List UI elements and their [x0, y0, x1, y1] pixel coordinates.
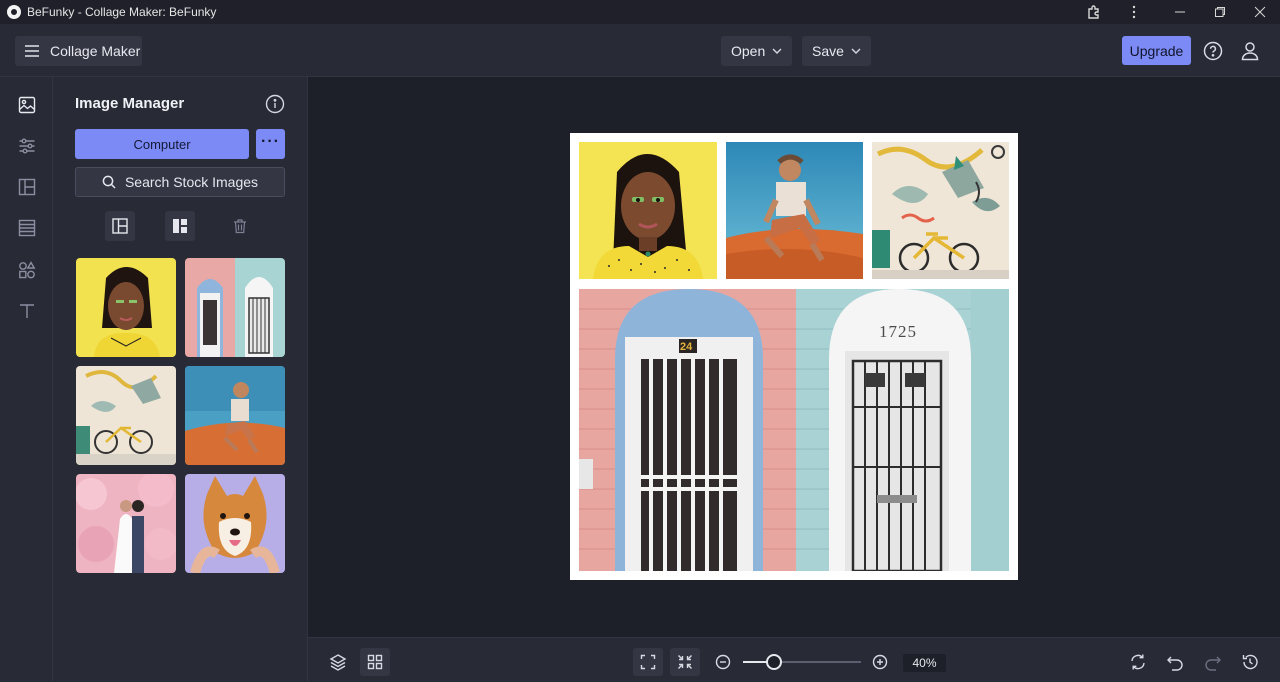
undo-button[interactable] [1160, 648, 1190, 676]
autofill-layout-button[interactable] [105, 211, 135, 241]
more-label: ··· [261, 133, 280, 150]
zoom-in-button[interactable] [865, 648, 895, 676]
computer-upload-button[interactable]: Computer [75, 129, 249, 159]
shapes-icon[interactable] [16, 259, 38, 281]
expand-icon [640, 654, 656, 670]
thumbnail-man-sand[interactable] [185, 366, 285, 465]
search-label: Search Stock Images [124, 174, 259, 190]
backgrounds-texture-icon[interactable] [16, 217, 38, 239]
upgrade-button[interactable]: Upgrade [1122, 36, 1191, 65]
befunky-logo-icon [7, 5, 21, 19]
app-header: Collage Maker Open Save Upgrade [0, 24, 1280, 77]
open-label: Open [731, 43, 766, 59]
minimize-button[interactable] [1160, 0, 1200, 24]
collage-cell-woman[interactable] [579, 142, 717, 279]
collage-cell-bicycle-mural[interactable] [872, 142, 1009, 279]
thumbnail-bicycle-mural[interactable] [76, 366, 176, 465]
redo-icon [1205, 656, 1221, 671]
trash-icon [234, 219, 246, 234]
bottom-toolbar: 40% [308, 637, 1280, 682]
zoom-out-button[interactable] [708, 648, 738, 676]
extensions-icon[interactable] [1074, 0, 1114, 24]
refresh-icon [1131, 654, 1145, 670]
collage-canvas[interactable]: 24 1725 [570, 133, 1018, 580]
tool-rail [0, 77, 53, 682]
collapse-icon [678, 655, 692, 669]
save-label: Save [812, 43, 844, 59]
sliders-icon[interactable] [16, 135, 38, 157]
collage-cell-man-sand[interactable] [726, 142, 863, 279]
panel-title: Image Manager [75, 95, 185, 112]
history-icon [1242, 654, 1258, 670]
user-account-icon[interactable] [1237, 38, 1263, 64]
window-title: BeFunky - Collage Maker: BeFunky [27, 5, 217, 19]
save-dropdown-button[interactable]: Save [802, 36, 871, 66]
grid-fill-icon [173, 219, 187, 233]
zoom-level-value[interactable]: 40% [903, 654, 946, 672]
close-button[interactable] [1240, 0, 1280, 24]
actual-size-button[interactable] [670, 648, 700, 676]
search-stock-images-button[interactable]: Search Stock Images [75, 167, 285, 197]
fit-to-screen-button[interactable] [633, 648, 663, 676]
zoom-in-icon [872, 654, 888, 670]
search-icon [102, 175, 116, 189]
refresh-button[interactable] [1123, 648, 1153, 676]
layers-button[interactable] [323, 648, 353, 676]
text-icon[interactable] [16, 300, 38, 322]
grid-view-button[interactable] [360, 648, 390, 676]
delete-images-button[interactable] [225, 211, 255, 241]
image-manager-panel: Image Manager Computer ··· Search Stock … [53, 77, 308, 682]
collage-cell-doors[interactable]: 24 1725 [579, 289, 1009, 571]
history-button[interactable] [1235, 648, 1265, 676]
collage-workspace: 24 1725 [308, 77, 1280, 637]
arrange-button[interactable] [165, 211, 195, 241]
open-dropdown-button[interactable]: Open [721, 36, 793, 66]
layers-icon [329, 654, 347, 671]
thumbnail-woman-yellow[interactable] [76, 258, 176, 357]
menu-label: Collage Maker [50, 43, 141, 59]
more-options-icon[interactable] [1114, 0, 1154, 24]
thumbnail-couple-blossoms[interactable] [76, 474, 176, 573]
thumbnail-doors[interactable] [185, 258, 285, 357]
zoom-slider-handle[interactable] [766, 654, 782, 670]
door-number-right: 1725 [879, 322, 917, 341]
chevron-down-icon [772, 48, 782, 54]
redo-button[interactable] [1198, 648, 1228, 676]
zoom-slider-fill [743, 661, 767, 663]
layout-icon [112, 218, 128, 234]
chevron-down-icon [851, 48, 861, 54]
image-manager-tool-icon[interactable] [16, 94, 38, 116]
restore-button[interactable] [1200, 0, 1240, 24]
window-titlebar: BeFunky - Collage Maker: BeFunky [0, 0, 1280, 24]
collage-maker-menu-button[interactable]: Collage Maker [15, 36, 142, 66]
zoom-out-icon [715, 654, 731, 670]
help-icon[interactable] [1200, 38, 1226, 64]
more-sources-button[interactable]: ··· [256, 129, 285, 159]
layout-icon[interactable] [16, 176, 38, 198]
grid-icon [367, 654, 383, 670]
undo-icon [1167, 656, 1183, 671]
door-number-left: 24 [680, 341, 693, 353]
info-icon[interactable] [265, 94, 285, 119]
zoom-slider-track[interactable] [743, 661, 861, 663]
thumbnail-shiba-dog[interactable] [185, 474, 285, 573]
